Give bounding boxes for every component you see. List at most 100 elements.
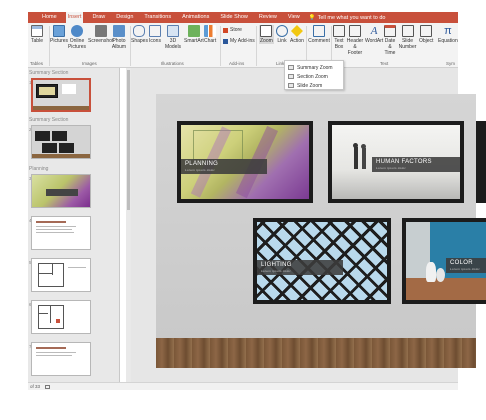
separator — [256, 26, 257, 66]
tab-review[interactable]: Review — [257, 12, 279, 23]
summary-zoom-icon — [288, 65, 294, 70]
slide-count: of 33 — [30, 384, 41, 389]
icons-button[interactable]: Icons — [149, 25, 161, 44]
tab-transitions[interactable]: Transitions — [142, 12, 173, 23]
calendar-icon — [384, 25, 396, 37]
3d-models-button[interactable]: 3D Models — [164, 25, 182, 50]
scrollbar-thumb[interactable] — [127, 70, 130, 210]
pictures-icon — [53, 25, 66, 37]
zoom-frame-human-factors[interactable]: HUMAN FACTORS Lorem ipsum dolor — [328, 121, 464, 203]
slide-thumbnail-5[interactable] — [31, 258, 91, 292]
store-icon — [223, 27, 228, 33]
addins-icon — [223, 38, 228, 44]
frame-label: HUMAN FACTORS Lorem ipsum dolor — [372, 157, 460, 172]
shapes-button[interactable]: Shapes — [131, 25, 148, 44]
photo-album-button[interactable]: Photo Album — [110, 25, 128, 50]
group-label-images: Images — [82, 61, 97, 66]
tab-draw[interactable]: Draw — [90, 12, 107, 23]
online-pictures-button[interactable]: Online Pictures — [66, 25, 88, 50]
store-button[interactable]: Store — [223, 27, 242, 33]
group-label-illustrations: Illustrations — [161, 61, 184, 66]
zoom-button[interactable]: Zoom — [259, 25, 274, 44]
zoom-frame-planning[interactable]: PLANNING Lorem ipsum dolor — [177, 121, 313, 203]
link-icon — [276, 25, 288, 37]
insert-ribbon: Table Pictures Online Pictures Screensho… — [28, 23, 458, 68]
section-zoom-icon — [288, 74, 294, 79]
slide-zoom-icon — [288, 83, 294, 88]
tell-me-box[interactable]: 💡 Tell me what you want to do — [309, 15, 386, 21]
date-time-button[interactable]: Date & Time — [383, 25, 397, 56]
object-button[interactable]: Object — [419, 25, 433, 44]
action-button[interactable]: Action — [290, 25, 304, 44]
notes-icon[interactable] — [45, 384, 51, 389]
link-button[interactable]: Link — [276, 25, 288, 44]
header-footer-button[interactable]: Header & Footer — [346, 25, 364, 56]
slide-editing-canvas[interactable]: PLANNING Lorem ipsum dolor HUMAN FACTORS… — [131, 68, 486, 382]
group-label-text: Text — [380, 61, 389, 66]
slide-number-button[interactable]: Slide Number — [399, 25, 416, 50]
zoom-icon — [260, 25, 273, 37]
slide-thumbnail-6[interactable] — [31, 300, 91, 334]
slide-thumbnail-3[interactable] — [31, 174, 91, 208]
section-zoom-item[interactable]: Section Zoom — [285, 72, 343, 81]
tell-me-text: Tell me what you want to do — [317, 14, 386, 21]
icons-icon — [149, 25, 161, 37]
pi-icon: π — [444, 25, 452, 37]
tab-slide-show[interactable]: Slide Show — [218, 12, 250, 23]
slide-thumbnail-4[interactable] — [31, 216, 91, 250]
frame-label: PLANNING Lorem ipsum dolor — [181, 159, 267, 174]
slide-thumbnail-1[interactable] — [31, 78, 91, 112]
frame-title: HUMAN FACTORS — [376, 159, 432, 165]
header-footer-icon — [349, 25, 361, 37]
text-box-button[interactable]: Text Box — [333, 25, 345, 50]
slide-floor — [156, 338, 476, 368]
separator — [220, 26, 221, 66]
section-header-summary-2[interactable]: Summary Section — [29, 117, 68, 123]
section-header-summary[interactable]: Summary Section — [29, 70, 68, 76]
zoom-frame-color[interactable]: COLOR Lorem ipsum dolor — [402, 218, 486, 304]
frame-label: COLOR Lorem ipsum dolor — [446, 258, 486, 273]
tab-view[interactable]: View — [286, 12, 302, 23]
text-box-icon — [333, 25, 345, 37]
tab-home[interactable]: Home — [40, 12, 59, 23]
zoom-dropdown-menu: Summary Zoom Section Zoom Slide Zoom — [284, 60, 344, 90]
my-addins-button[interactable]: My Add-ins — [223, 38, 255, 44]
ribbon-tab-bar: Home Insert Draw Design Transitions Anim… — [28, 12, 458, 23]
equation-button[interactable]: π Equation — [438, 25, 458, 44]
group-label-addins: Add-ins — [229, 61, 245, 66]
table-button[interactable]: Table — [31, 25, 43, 44]
slide-thumbnail-7[interactable] — [31, 342, 91, 376]
summary-zoom-item[interactable]: Summary Zoom — [285, 63, 343, 72]
frame-title: PLANNING — [185, 161, 219, 167]
slide-thumbnail-pane: Summary Section 1 Summary Section 2 Plan… — [28, 68, 120, 382]
tab-animations[interactable]: Animations — [180, 12, 211, 23]
globe-icon — [71, 25, 83, 37]
slide-zoom-item[interactable]: Slide Zoom — [285, 81, 343, 90]
tab-insert[interactable]: Insert — [65, 12, 84, 23]
group-label-symbols: Sym — [446, 61, 455, 66]
zoom-frame-lighting[interactable]: LIGHTING Lorem ipsum dolor — [253, 218, 391, 304]
chart-button[interactable]: Chart — [204, 25, 216, 44]
slide-number-icon — [401, 25, 414, 37]
action-icon — [290, 25, 303, 37]
wordart-button[interactable]: A WordArt — [365, 25, 383, 44]
chart-icon — [204, 25, 217, 37]
status-bar: of 33 — [28, 382, 458, 390]
frame-subtitle: Lorem ipsum dolor — [450, 267, 480, 271]
lightbulb-icon: 💡 — [308, 14, 316, 21]
camera-icon — [94, 25, 107, 37]
smartart-button[interactable]: SmartArt — [184, 25, 204, 44]
object-icon — [420, 25, 433, 37]
comment-button[interactable]: Comment — [308, 25, 330, 44]
comment-icon — [313, 25, 325, 37]
frame-title: COLOR — [450, 260, 473, 266]
slide-thumbnail-2[interactable] — [31, 125, 91, 159]
wordart-icon: A — [370, 25, 378, 37]
zoom-frame-partial[interactable] — [476, 121, 486, 203]
frame-subtitle: Lorem ipsum dolor — [185, 168, 215, 172]
frame-label: LIGHTING Lorem ipsum dolor — [257, 260, 343, 275]
section-header-planning[interactable]: Planning — [29, 166, 48, 172]
frame-subtitle: Lorem ipsum dolor — [376, 166, 406, 170]
tab-design[interactable]: Design — [114, 12, 135, 23]
group-label-tables: Tables — [30, 61, 44, 66]
